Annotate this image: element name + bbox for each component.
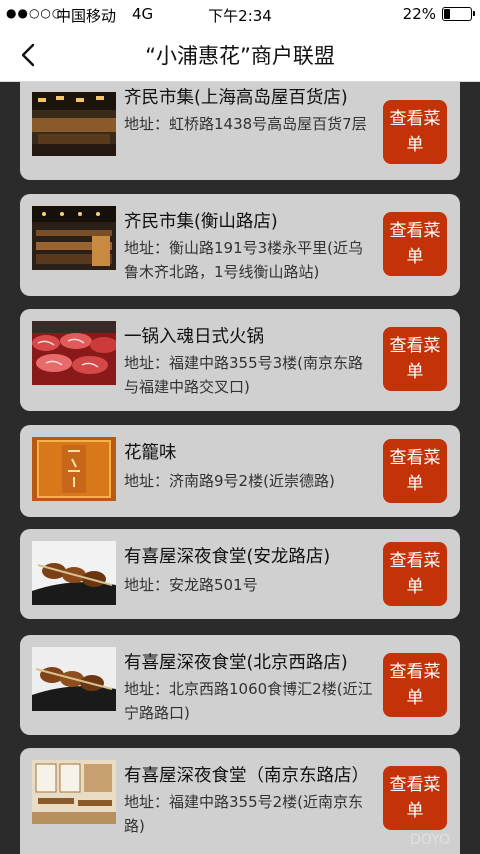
view-menu-button[interactable]: 查看菜单 — [383, 327, 447, 391]
status-bar: ●●○○○ 中国移动 4G 下午2:34 22% — [0, 0, 480, 28]
merchant-address: 地址：虹桥路1438号高岛屋百货7层 — [124, 115, 367, 133]
merchant-name: 花籠味 — [124, 443, 177, 463]
grilled-skewers-photo — [32, 541, 116, 605]
page-title: “小浦惠花”商户联盟 — [145, 44, 335, 68]
battery-icon — [442, 7, 475, 21]
view-menu-button[interactable]: 查看菜单 — [383, 542, 447, 606]
merchant-name: 齐民市集(衡山路店) — [124, 212, 278, 232]
dining-hall-photo — [32, 206, 116, 270]
merchant-card[interactable]: 有喜屋深夜食堂(北京西路店) 地址：北京西路1060食博汇2楼(近江宁路路口) … — [20, 635, 460, 735]
sliced-beef-photo — [32, 321, 116, 385]
merchant-address: 地址：衡山路191号3楼永平里(近乌鲁木齐北路，1号线衡山路站) — [124, 239, 364, 281]
calligraphy-sign-photo — [32, 437, 116, 501]
view-menu-button[interactable]: 查看菜单 — [383, 439, 447, 503]
watermark-logo: DOYO — [410, 832, 450, 848]
merchant-address: 地址：福建中路355号2楼(近南京东路) — [124, 793, 364, 835]
merchant-name: 一锅入魂日式火锅 — [124, 327, 264, 347]
merchant-address: 地址：北京西路1060食博汇2楼(近江宁路路口) — [124, 680, 373, 722]
view-menu-button[interactable]: 查看菜单 — [383, 100, 447, 164]
view-menu-button[interactable]: 查看菜单 — [383, 653, 447, 717]
merchant-card[interactable]: 齐民市集(衡山路店) 地址：衡山路191号3楼永平里(近乌鲁木齐北路，1号线衡山… — [20, 194, 460, 296]
view-menu-button[interactable]: 查看菜单 — [383, 212, 447, 276]
merchant-card[interactable]: 有喜屋深夜食堂(安龙路店) 地址：安龙路501号 查看菜单 — [20, 529, 460, 619]
restaurant-interior-photo — [32, 92, 116, 156]
merchant-address: 地址：济南路9号2楼(近崇德路) — [124, 472, 335, 490]
merchant-name: 有喜屋深夜食堂(安龙路店) — [124, 547, 331, 567]
merchant-name: 有喜屋深夜食堂（南京东路店） — [124, 766, 369, 786]
battery-percent: 22% — [402, 5, 436, 23]
grilled-skewers-photo — [32, 647, 116, 711]
merchant-name: 齐民市集(上海高岛屋百货店) — [124, 88, 348, 108]
view-menu-button[interactable]: 查看菜单 — [383, 766, 447, 830]
merchant-address: 地址：福建中路355号3楼(南京东路与福建中路交叉口) — [124, 354, 364, 396]
merchant-card[interactable]: 有喜屋深夜食堂（南京东路店） 地址：福建中路355号2楼(近南京东路) 查看菜单 — [20, 748, 460, 854]
restaurant-room-photo — [32, 760, 116, 824]
merchant-address: 地址：安龙路501号 — [124, 576, 258, 594]
merchant-name: 有喜屋深夜食堂(北京西路店) — [124, 653, 348, 673]
navigation-bar: “小浦惠花”商户联盟 — [0, 28, 480, 82]
merchant-card[interactable]: 花籠味 地址：济南路9号2楼(近崇德路) 查看菜单 — [20, 425, 460, 517]
merchant-card[interactable]: 齐民市集(上海高岛屋百货店) 地址：虹桥路1438号高岛屋百货7层 查看菜单 — [20, 82, 460, 180]
merchant-card[interactable]: 一锅入魂日式火锅 地址：福建中路355号3楼(南京东路与福建中路交叉口) 查看菜… — [20, 309, 460, 411]
merchant-list[interactable]: 齐民市集(上海高岛屋百货店) 地址：虹桥路1438号高岛屋百货7层 查看菜单 齐… — [0, 82, 480, 854]
